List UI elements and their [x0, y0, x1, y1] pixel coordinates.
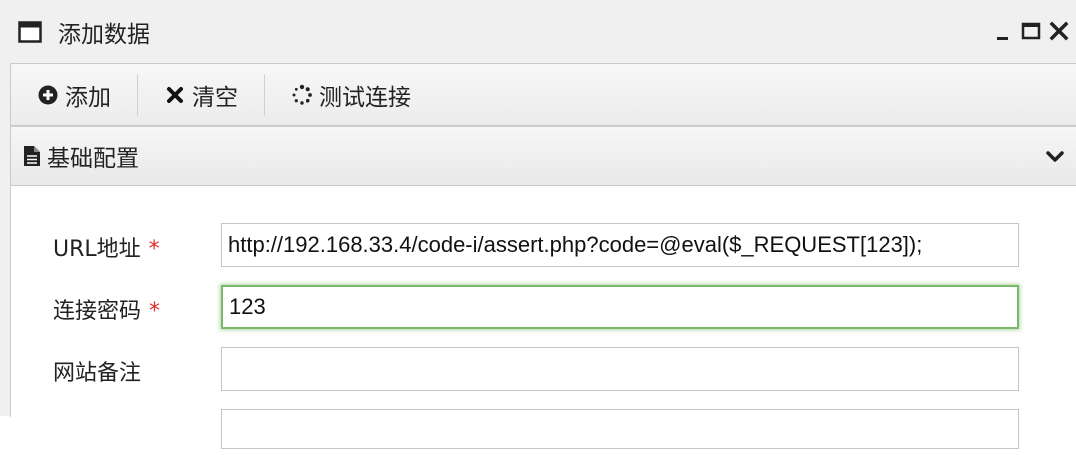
chevron-down-icon[interactable] [1043, 145, 1067, 169]
password-row: 连接密码 * [11, 285, 1076, 331]
add-data-window: 添加数据 添加 清空 测试连接 基础配置 URL地址 * http://192.… [0, 0, 1076, 449]
next-field[interactable] [221, 409, 1019, 449]
add-button[interactable]: 添加 [11, 75, 137, 115]
window-title: 添加数据 [58, 22, 150, 48]
close-icon[interactable] [1048, 18, 1070, 44]
add-button-label: 添加 [65, 84, 111, 111]
required-mark: * [148, 237, 160, 262]
required-mark: * [149, 299, 161, 324]
window-icon [18, 20, 42, 44]
document-icon [23, 145, 41, 167]
note-input[interactable] [221, 347, 1019, 391]
test-connection-button[interactable]: 测试连接 [265, 75, 437, 115]
minimize-icon[interactable] [992, 18, 1014, 44]
password-label: 连接密码 * [53, 299, 161, 324]
maximize-icon[interactable] [1020, 18, 1042, 44]
x-icon [164, 84, 186, 106]
dialog-body: 添加 清空 测试连接 基础配置 URL地址 * http://192.168.3… [10, 63, 1076, 449]
test-connection-button-label: 测试连接 [319, 84, 411, 111]
spinner-icon [291, 84, 313, 106]
url-input[interactable] [221, 223, 1019, 267]
password-input[interactable] [221, 285, 1019, 329]
clear-button-label: 清空 [192, 84, 238, 111]
url-row: URL地址 * [11, 223, 1076, 269]
title-bar[interactable]: 添加数据 [0, 0, 1076, 64]
section-title: 基础配置 [47, 146, 139, 172]
window-controls [992, 18, 1070, 44]
plus-circle-icon [37, 84, 59, 106]
url-label: URL地址 * [53, 237, 160, 262]
clear-button[interactable]: 清空 [138, 75, 264, 115]
toolbar: 添加 清空 测试连接 [11, 64, 1076, 126]
note-label: 网站备注 [53, 361, 142, 386]
note-row: 网站备注 [11, 347, 1076, 393]
basic-config-section-header[interactable]: 基础配置 [11, 126, 1076, 186]
